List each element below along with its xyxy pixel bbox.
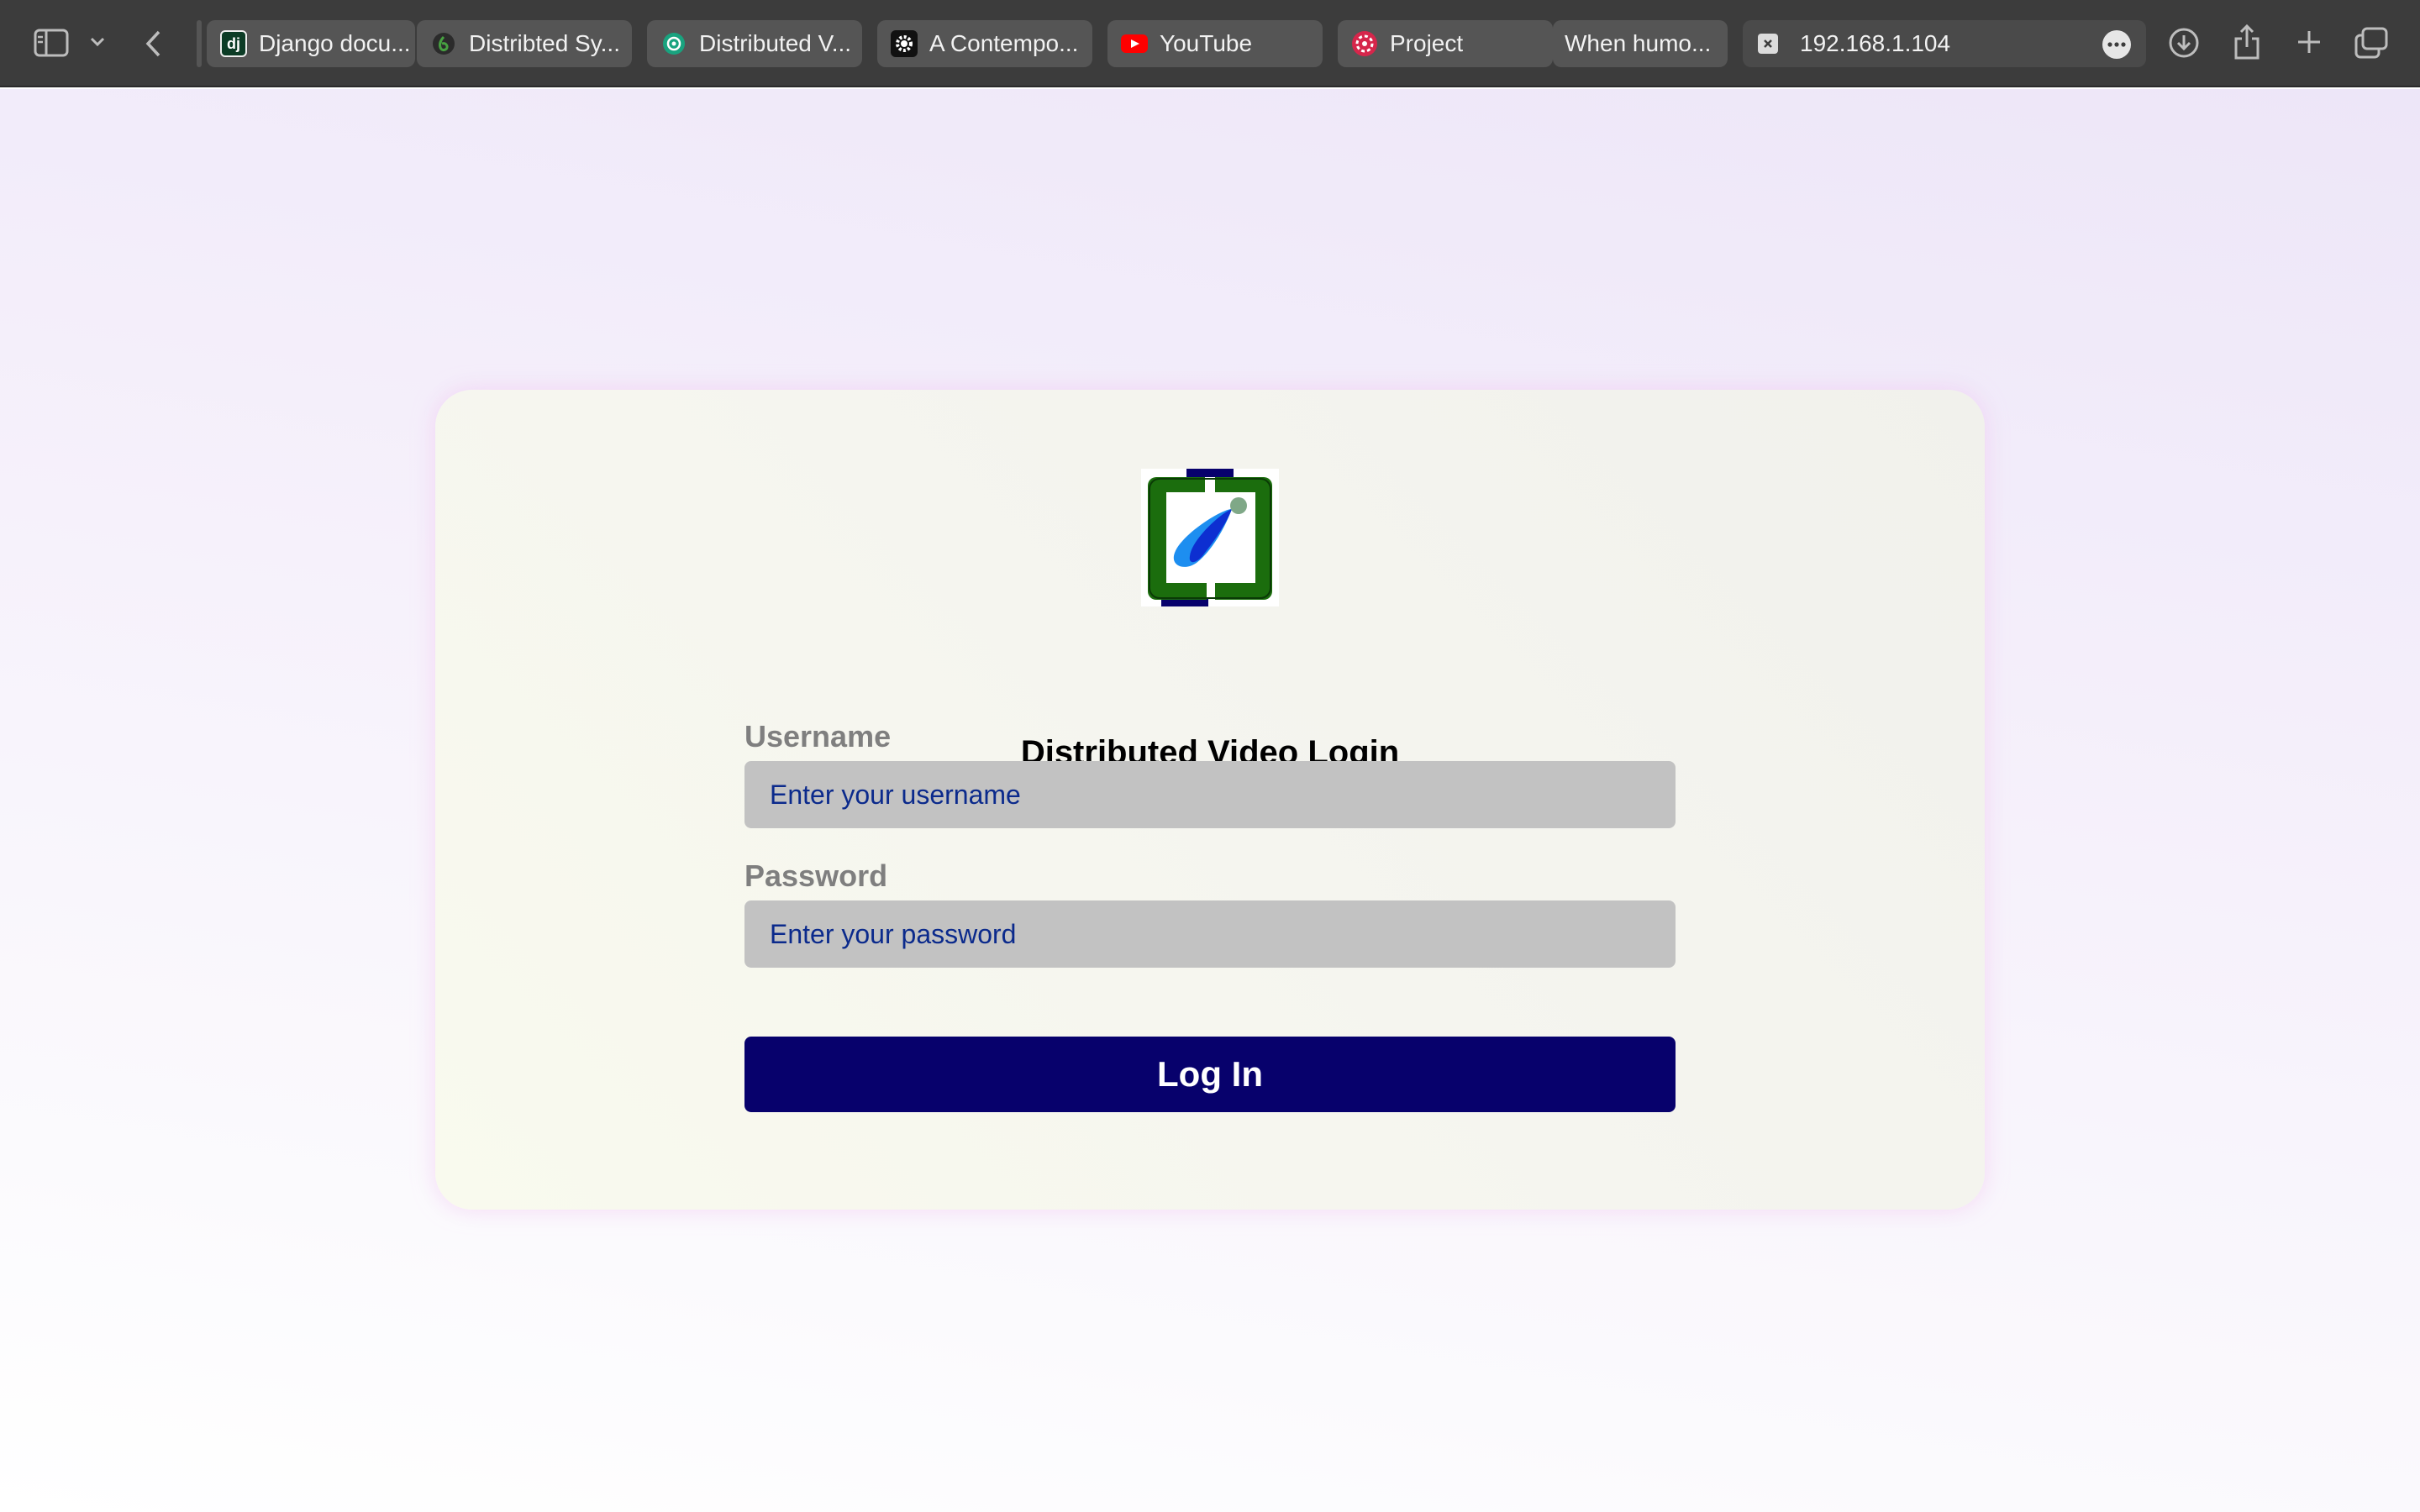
tab-django-docs[interactable]: dj Django docu... <box>207 20 415 67</box>
tab-label: When humo... <box>1565 30 1712 56</box>
tab-label: A Contempo... <box>929 30 1079 56</box>
tab-contemporary[interactable]: A Contempo... <box>877 20 1092 67</box>
chatgpt-icon <box>660 30 687 57</box>
tab-youtube[interactable]: YouTube <box>1107 20 1323 67</box>
tab-label: Distributed V... <box>699 30 852 56</box>
tab-label: Distribted Sy... <box>469 30 620 56</box>
download-icon[interactable] <box>2166 25 2202 60</box>
login-button[interactable]: Log In <box>744 1037 1676 1112</box>
chevron-down-icon[interactable] <box>87 32 108 52</box>
app-logo <box>1141 469 1279 606</box>
login-card: Distributed Video Login Username Passwor… <box>435 390 1985 1210</box>
more-options-icon[interactable] <box>2102 30 2131 59</box>
django-icon: dj <box>220 30 247 57</box>
tab-distributed-video[interactable]: Distributed V... <box>647 20 862 67</box>
new-tab-icon[interactable] <box>2292 25 2326 59</box>
tab-distributed-systems[interactable]: Distribted Sy... <box>417 20 632 67</box>
tab-divider <box>197 20 202 67</box>
page-content: Distributed Video Login Username Passwor… <box>0 89 2420 1512</box>
password-label: Password <box>744 858 888 893</box>
project-icon <box>1351 30 1378 57</box>
tab-label: YouTube <box>1160 30 1253 56</box>
browser-toolbar: dj Django docu... Distribted Sy... Distr… <box>0 0 2420 87</box>
back-arrow-icon[interactable] <box>141 25 166 62</box>
sidebar-toggle-icon[interactable] <box>32 25 71 60</box>
close-tab-icon[interactable] <box>1758 34 1778 54</box>
username-input[interactable] <box>744 761 1676 828</box>
gear-icon <box>891 30 918 57</box>
username-label: Username <box>744 719 892 753</box>
tab-when-humo[interactable]: When humo... <box>1553 20 1728 67</box>
url-text[interactable]: 192.168.1.104 <box>1800 30 1950 57</box>
tab-project[interactable]: Project <box>1338 20 1553 67</box>
password-input[interactable] <box>744 900 1676 968</box>
tab-label: Project <box>1390 30 1464 56</box>
overleaf-icon <box>430 30 457 57</box>
tab-label: Django docu... <box>259 30 411 56</box>
address-bar[interactable]: 192.168.1.104 <box>1743 20 2146 67</box>
youtube-icon <box>1121 30 1148 57</box>
share-icon[interactable] <box>2230 22 2264 62</box>
tab-overview-icon[interactable] <box>2353 25 2390 60</box>
